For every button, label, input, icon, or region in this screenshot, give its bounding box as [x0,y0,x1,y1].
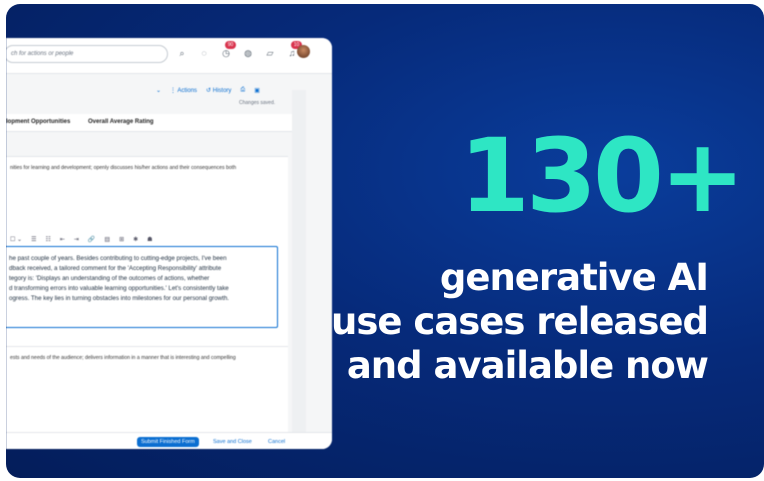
delete-icon[interactable]: ☗ [147,236,152,243]
outdent-icon[interactable]: ⇤ [60,236,65,243]
headline-line: use cases released [331,300,709,343]
tab-overall-average-rating[interactable]: Overall Average Rating [88,119,154,125]
tab-development-opportunities[interactable]: lopment Opportunities [6,119,70,125]
format-dropdown[interactable]: ☐ ⌄ [10,236,22,243]
save-and-close-button[interactable]: Save and Close [209,437,256,447]
editor-line: tegory is: 'Displays an understanding of… [9,275,210,282]
indent-icon[interactable]: ⇥ [74,236,79,243]
promo-banner: ch for actions or people ⌕ ◌ ◷ 90 ◍ ▱ ♫ 10… [6,4,764,478]
search-icon[interactable]: ⌕ [176,47,188,59]
headline-text: generative AI use cases released and ava… [331,256,709,388]
editor-line: he past couple of years. Besides contrib… [9,255,227,262]
clock-icon[interactable]: ◷ 90 [220,41,236,59]
object-toolbar: ⌄ ⋮ Actions ↺ History ⎙ ▣ [156,84,296,96]
save-status: Changes saved. [239,100,276,106]
tab-bar: lopment Opportunities Overall Average Ra… [6,114,306,132]
competency-description: ests and needs of the audience; delivers… [10,355,236,361]
editor-toolbar: ☐ ⌄ ☰ ☷ ⇤ ⇥ 🔗 ▤ ⊞ ✱ ☗ [10,236,153,243]
history-button[interactable]: ↺ History [206,87,231,94]
editor-line: dback received, a tailored comment for t… [9,265,222,272]
competency-description: nities for learning and development; ope… [10,165,237,171]
footer-bar: Submit Finished Form Save and Close Canc… [6,432,332,449]
chat-icon[interactable]: ▱ [264,47,276,59]
headline-line: and available now [346,344,709,387]
save-icon[interactable]: ▣ [254,87,260,94]
headline-line: generative AI [439,256,709,299]
search-input[interactable]: ch for actions or people [6,45,168,63]
shell-icons: ⌕ ◌ ◷ 90 ◍ ▱ ♫ 10 [176,41,302,59]
bullet-list-icon[interactable]: ☰ [31,236,36,243]
numbered-list-icon[interactable]: ☷ [45,236,50,243]
cancel-button[interactable]: Cancel [264,437,289,447]
app-screenshot: ch for actions or people ⌕ ◌ ◷ 90 ◍ ▱ ♫ 10… [6,38,332,449]
avatar[interactable] [297,45,310,58]
editor-line: ogress. The key lies in turning obstacle… [9,295,229,302]
chevron-down-icon[interactable]: ⌄ [156,87,161,94]
image-icon[interactable]: ▤ [104,236,110,243]
competency-section: ests and needs of the audience; delivers… [6,346,288,446]
actions-button[interactable]: ⋮ Actions [170,87,197,94]
table-icon[interactable]: ⊞ [119,236,124,243]
globe-icon[interactable]: ◍ [242,47,254,59]
shell-bar: ch for actions or people ⌕ ◌ ◷ 90 ◍ ▱ ♫ 10 [6,38,332,74]
submit-button[interactable]: Submit Finished Form [137,437,199,447]
headline-stat: 130+ [459,117,745,236]
competency-section: nities for learning and development; ope… [6,156,288,366]
scrollbar[interactable] [292,90,306,449]
print-icon[interactable]: ⎙ [240,87,245,94]
ai-assist-icon[interactable]: ✱ [133,236,138,243]
comment-editor[interactable]: he past couple of years. Besides contrib… [6,246,278,328]
notification-badge: 90 [225,41,236,49]
lightbulb-icon[interactable]: ◌ [198,47,210,59]
editor-line: d transforming errors into valuable lear… [9,285,229,292]
link-icon[interactable]: 🔗 [88,236,95,243]
